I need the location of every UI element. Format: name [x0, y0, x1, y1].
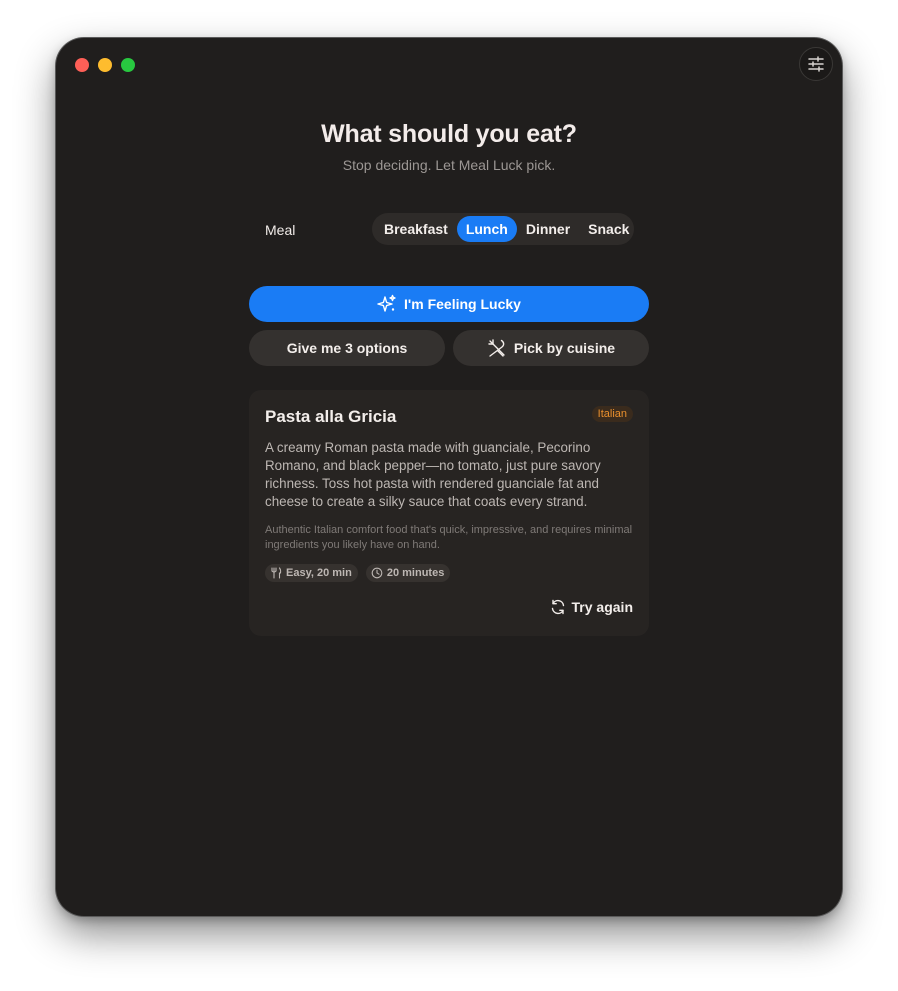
pick-by-cuisine-label: Pick by cuisine: [513, 340, 616, 356]
zoom-button[interactable]: [121, 58, 135, 72]
time-chip: 20 minutes: [365, 564, 451, 582]
page-subtitle: Stop deciding. Let Meal Luck pick.: [342, 157, 556, 173]
pick-by-cuisine-button[interactable]: Pick by cuisine: [453, 330, 649, 366]
meal-option-lunch[interactable]: Lunch: [456, 216, 517, 242]
difficulty-chip: Easy, 20 min: [265, 564, 358, 582]
page-title: What should you eat?: [321, 120, 577, 148]
meal-note: Authentic Italian comfort food that's qu…: [265, 524, 633, 551]
sliders-icon: [808, 56, 824, 72]
app-window: What should you eat? Stop deciding. Let …: [56, 38, 842, 916]
time-text: 20 minutes: [386, 567, 445, 579]
meal-option-snack[interactable]: Snack: [579, 216, 638, 242]
difficulty-text: Easy, 20 min: [286, 567, 352, 579]
meal-option-breakfast[interactable]: Breakfast: [375, 216, 457, 242]
close-button[interactable]: [75, 58, 89, 72]
meal-label: Meal: [265, 222, 296, 238]
try-again-label: Try again: [571, 599, 633, 615]
feeling-lucky-label: I'm Feeling Lucky: [404, 296, 521, 312]
meal-segmented-control: Breakfast Lunch Dinner Snack: [372, 213, 634, 245]
meal-description: A creamy Roman pasta made with guanciale…: [265, 440, 601, 509]
traffic-lights: [75, 58, 135, 72]
meal-title: Pasta alla Gricia: [265, 407, 397, 426]
meal-tags: Easy, 20 min 20 minutes: [265, 564, 451, 582]
minimize-button[interactable]: [98, 58, 112, 72]
cuisine-badge: Italian: [591, 406, 633, 422]
clock-icon: [371, 567, 383, 579]
give-three-options-button[interactable]: Give me 3 options: [249, 330, 445, 366]
give-three-options-label: Give me 3 options: [286, 340, 408, 356]
utensils-crossed-icon: [488, 339, 505, 357]
fork-knife-icon: [271, 567, 282, 579]
refresh-icon: [551, 599, 564, 615]
try-again-button[interactable]: Try again: [550, 599, 633, 615]
meal-result-card: Pasta alla Gricia Italian A creamy Roman…: [249, 390, 649, 636]
feeling-lucky-button[interactable]: I'm Feeling Lucky: [249, 286, 649, 322]
sparkles-icon: [377, 294, 396, 312]
settings-button[interactable]: [799, 47, 833, 81]
meal-option-dinner[interactable]: Dinner: [517, 216, 579, 242]
